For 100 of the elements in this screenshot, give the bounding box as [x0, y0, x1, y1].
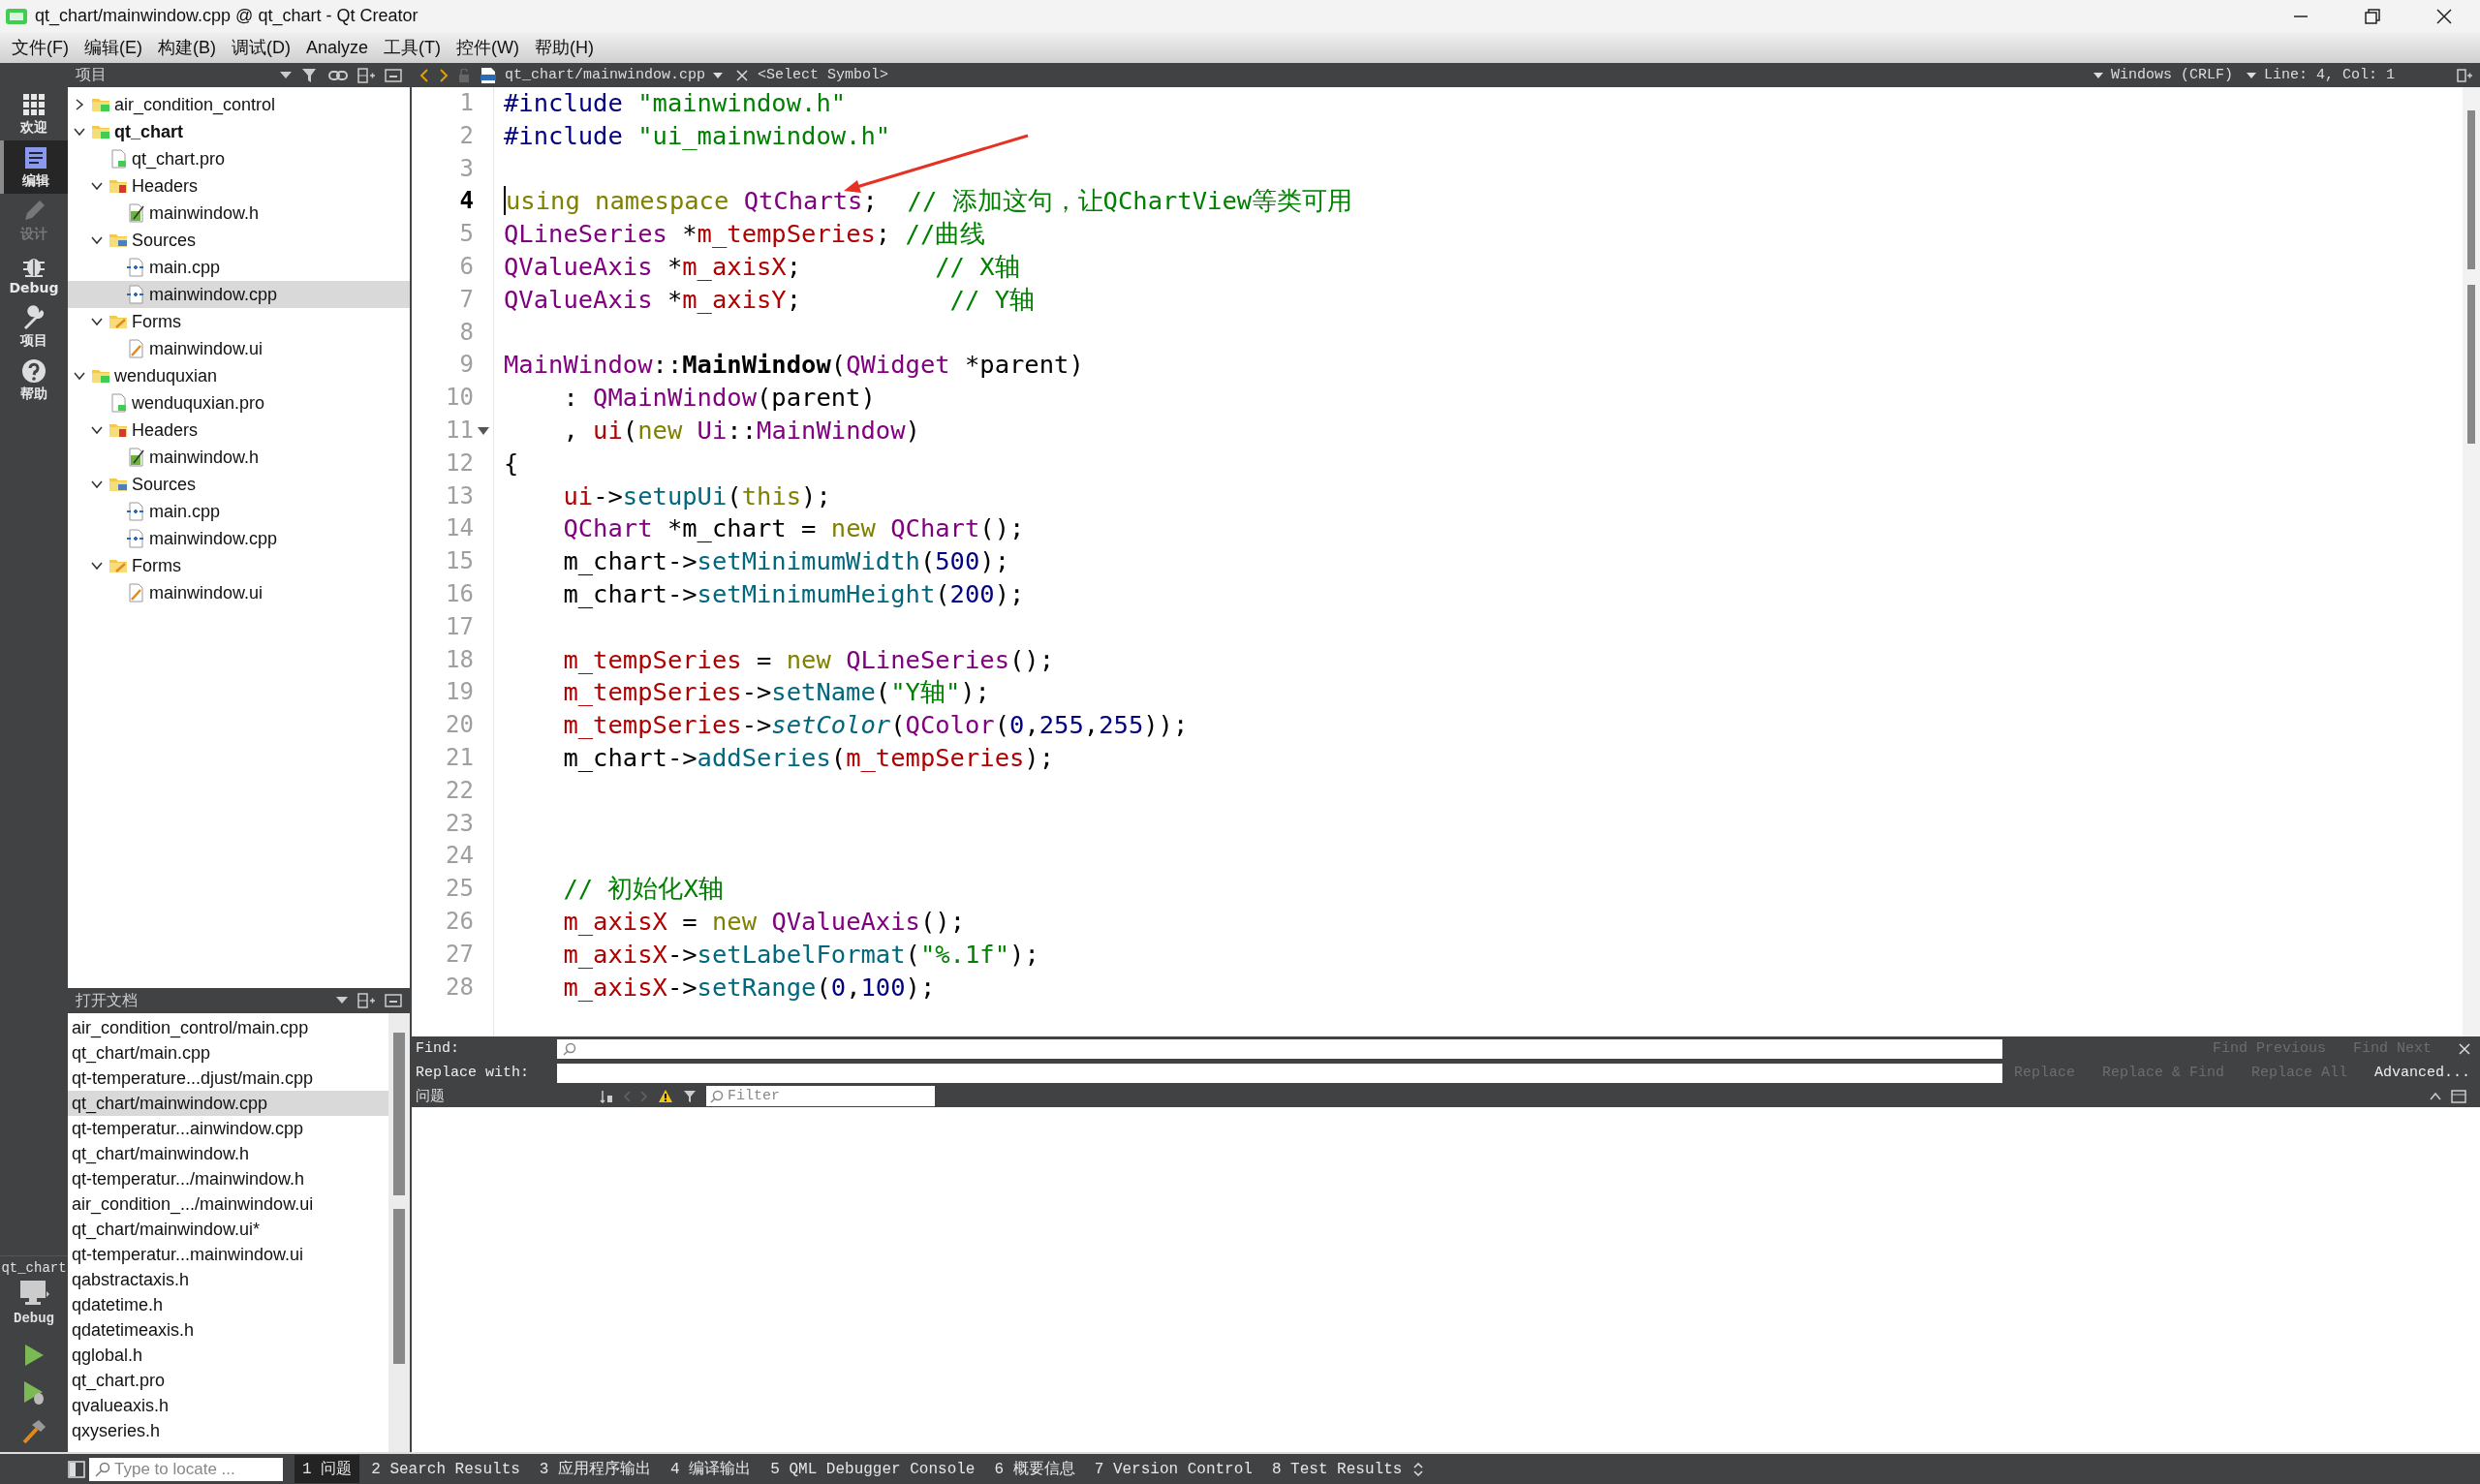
dropdown-arrow-icon[interactable] — [2246, 72, 2256, 78]
collapse-icon[interactable] — [2430, 1091, 2441, 1101]
sidebar-toggle-icon[interactable] — [68, 1460, 85, 1478]
document-item[interactable]: qxyseries.h — [68, 1418, 388, 1443]
tree-item[interactable]: qt_chart — [68, 118, 410, 145]
output-pane-tab[interactable]: 5 QML Debugger Console — [762, 1456, 983, 1482]
line-number: 5 — [458, 219, 474, 250]
mode-button[interactable]: 帮助 — [0, 354, 68, 407]
document-item[interactable]: air_condition_control/main.cpp — [68, 1015, 388, 1040]
tree-item[interactable]: qt_chart.pro — [68, 145, 410, 172]
menu-item[interactable]: 构建(B) — [150, 36, 224, 59]
document-item[interactable]: qt_chart/mainwindow.h — [68, 1141, 388, 1166]
output-pane-tab[interactable]: 4 编译输出 — [663, 1455, 760, 1483]
grid-icon[interactable] — [21, 91, 46, 117]
document-item[interactable]: qt_chart/mainwindow.cpp — [68, 1091, 388, 1116]
menu-item[interactable]: 工具(T) — [376, 36, 449, 59]
tree-item[interactable]: wenduquxian — [68, 362, 410, 389]
dropdown-arrow-icon[interactable] — [713, 72, 724, 78]
fold-arrow-icon[interactable] — [478, 426, 489, 435]
debug-run-icon[interactable] — [22, 1380, 46, 1406]
tree-item[interactable]: Headers — [68, 417, 410, 444]
document-item[interactable]: qt_chart/mainwindow.ui* — [68, 1217, 388, 1242]
locate-field[interactable]: Type to locate ... — [89, 1457, 283, 1481]
replace-field[interactable] — [557, 1063, 2002, 1083]
menu-item[interactable]: 编辑(E) — [77, 36, 150, 59]
file-icon — [480, 66, 497, 84]
document-item[interactable]: qdatetimeaxis.h — [68, 1317, 388, 1343]
document-item[interactable]: qt-temperature...djust/main.cpp — [68, 1066, 388, 1091]
scrollbar[interactable] — [2463, 87, 2480, 1036]
dropdown-arrow-icon[interactable] — [2092, 72, 2103, 78]
close-pane-icon[interactable] — [385, 67, 402, 83]
output-pane-tab[interactable]: 2 Search Results — [363, 1456, 528, 1482]
menu-item[interactable]: 文件(F) — [4, 36, 77, 59]
document-item[interactable]: qvalueaxis.h — [68, 1393, 388, 1418]
run-icon[interactable] — [23, 1344, 45, 1367]
split-icon[interactable] — [357, 993, 375, 1008]
restore-icon[interactable] — [2364, 7, 2381, 25]
help-icon[interactable] — [21, 357, 46, 384]
output-pane-tab[interactable]: 8 Test Results — [1263, 1456, 1410, 1482]
dropdown-arrow-icon[interactable] — [280, 71, 292, 79]
close-pane-icon[interactable] — [385, 993, 402, 1008]
document-item[interactable]: qt-temperatur...mainwindow.ui — [68, 1242, 388, 1267]
symbol-selector[interactable]: <Select Symbol> — [758, 67, 889, 83]
tree-item[interactable]: mainwindow.ui — [68, 579, 410, 606]
menu-item[interactable]: Analyze — [298, 37, 377, 58]
output-pane-tab[interactable]: 7 Version Control — [1086, 1456, 1260, 1482]
mode-button[interactable]: 项目 — [0, 300, 68, 354]
mode-button[interactable]: 欢迎 — [0, 87, 68, 140]
document-item[interactable]: qabstractaxis.h — [68, 1267, 388, 1292]
menu-item[interactable]: 控件(W) — [449, 36, 527, 59]
scrollbar[interactable] — [388, 1013, 410, 1452]
line-ending-selector[interactable]: Windows (CRLF) — [2092, 67, 2237, 83]
tree-item[interactable]: Headers — [68, 172, 410, 200]
document-item[interactable]: air_condition_.../mainwindow.ui — [68, 1191, 388, 1217]
mode-button[interactable]: Debug — [0, 247, 68, 300]
action-button[interactable]: Advanced... — [2373, 1065, 2470, 1081]
filter-icon[interactable] — [683, 1089, 697, 1103]
document-item[interactable]: qdatetime.h — [68, 1292, 388, 1317]
filter-field[interactable]: Filter — [706, 1086, 935, 1106]
warning-icon[interactable] — [658, 1089, 673, 1103]
tree-item[interactable]: mainwindow.h — [68, 200, 410, 227]
filter-icon[interactable] — [301, 66, 319, 84]
code-line: m_axisX->setRange(0,100); — [562, 971, 937, 1004]
tree-item[interactable]: air_condition_control — [68, 91, 410, 118]
output-pane-tab[interactable]: 1 问题 — [294, 1455, 360, 1483]
document-item[interactable]: qt_chart/main.cpp — [68, 1040, 388, 1066]
find-field[interactable] — [557, 1038, 2002, 1059]
tree-item[interactable]: mainwindow.cpp — [68, 525, 410, 552]
tree-item[interactable]: main.cpp — [68, 254, 410, 281]
pane-menu-icon[interactable] — [1413, 1462, 1424, 1476]
sort-icon[interactable] — [600, 1089, 613, 1103]
mode-button[interactable]: 编辑 — [0, 140, 68, 194]
tree-item[interactable]: mainwindow.cpp — [68, 281, 410, 308]
tree-item[interactable]: Forms — [68, 552, 410, 579]
output-pane-tab[interactable]: 6 概要信息 — [986, 1455, 1083, 1483]
menu-item[interactable]: 帮助(H) — [527, 36, 602, 59]
cursor-position[interactable]: Line: 4, Col: 1 — [2246, 67, 2399, 83]
tree-item[interactable]: Sources — [68, 471, 410, 498]
build-hammer-icon[interactable] — [21, 1419, 46, 1444]
tree-item[interactable]: Sources — [68, 227, 410, 254]
tree-item[interactable]: Forms — [68, 308, 410, 335]
menu-item[interactable]: 调试(D) — [224, 36, 298, 59]
split-icon[interactable] — [357, 67, 375, 83]
file-selector[interactable]: qt_chart/mainwindow.cpp — [480, 66, 728, 84]
monitor-icon[interactable] — [17, 1280, 50, 1307]
split-icon[interactable] — [2457, 68, 2472, 82]
document-item[interactable]: qt-temperatur...ainwindow.cpp — [68, 1116, 388, 1141]
find-label: Find: — [415, 1040, 460, 1057]
tree-item[interactable]: mainwindow.ui — [68, 335, 410, 362]
tree-item[interactable]: wenduquxian.pro — [68, 389, 410, 417]
document-item[interactable]: qglobal.h — [68, 1343, 388, 1368]
close-icon[interactable] — [2435, 7, 2453, 25]
maximize-icon[interactable] — [2451, 1089, 2466, 1103]
tree-item[interactable]: mainwindow.h — [68, 444, 410, 471]
tree-item[interactable]: main.cpp — [68, 498, 410, 525]
document-item[interactable]: qt-temperatur.../mainwindow.h — [68, 1166, 388, 1191]
dropdown-arrow-icon[interactable] — [336, 997, 348, 1005]
document-item[interactable]: qt_chart.pro — [68, 1368, 388, 1393]
output-pane-tab[interactable]: 3 应用程序输出 — [531, 1455, 660, 1483]
document-icon[interactable] — [23, 144, 48, 170]
